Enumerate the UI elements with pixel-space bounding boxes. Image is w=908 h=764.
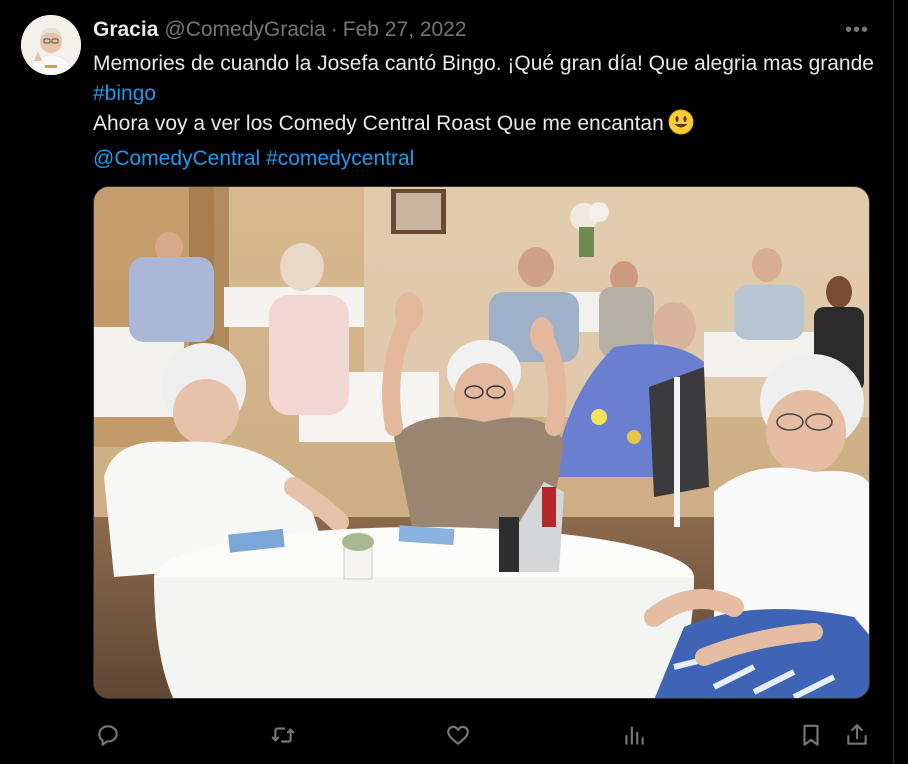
tweet-text-line1: Memories de cuando la Josefa cantó Bingo… — [93, 52, 874, 75]
hashtag-comedycentral-link[interactable]: #comedycentral — [266, 147, 414, 170]
mention-comedycentral-link[interactable]: @ComedyCentral — [93, 147, 260, 170]
heart-icon — [447, 725, 469, 745]
author-name[interactable]: Gracia — [93, 18, 158, 42]
hashtag-bingo-link[interactable]: #bingo — [93, 82, 156, 105]
reply-icon — [98, 725, 118, 746]
views-icon — [625, 726, 644, 745]
tweet-actions — [93, 717, 873, 753]
tweet-text: Memories de cuando la Josefa cantó Bingo… — [93, 49, 883, 174]
avatar[interactable] — [21, 15, 81, 75]
photo-bingo-scene — [94, 187, 869, 698]
header-separator: · — [330, 18, 338, 41]
tweet-line-1: Memories de cuando la Josefa cantó Bingo… — [93, 49, 883, 109]
tweet-photo[interactable] — [93, 186, 870, 699]
retweet-button[interactable] — [265, 717, 301, 753]
avatar-image — [21, 15, 81, 75]
more-options-button[interactable]: ••• — [842, 18, 872, 41]
tweet-header: Gracia @ComedyGracia · Feb 27, 2022 — [93, 17, 467, 43]
bookmark-icon — [803, 724, 819, 746]
author-handle[interactable]: @ComedyGracia — [164, 18, 325, 42]
smiley-emoji-icon — [668, 109, 694, 144]
more-icon: ••• — [844, 18, 869, 41]
tweet-line-3: @ComedyCentral #comedycentral — [93, 144, 883, 174]
tweet-line-2: Ahora voy a ver los Comedy Central Roast… — [93, 109, 883, 144]
tweet-date[interactable]: Feb 27, 2022 — [343, 18, 467, 42]
tweet-text-line2: Ahora voy a ver los Comedy Central Roast… — [93, 112, 664, 135]
reply-button[interactable] — [90, 717, 126, 753]
views-button[interactable] — [616, 717, 652, 753]
column-border — [893, 0, 894, 764]
share-icon — [847, 724, 867, 745]
like-button[interactable] — [440, 717, 476, 753]
retweet-icon — [271, 727, 295, 743]
bookmark-button[interactable] — [793, 717, 829, 753]
share-button[interactable] — [839, 717, 875, 753]
